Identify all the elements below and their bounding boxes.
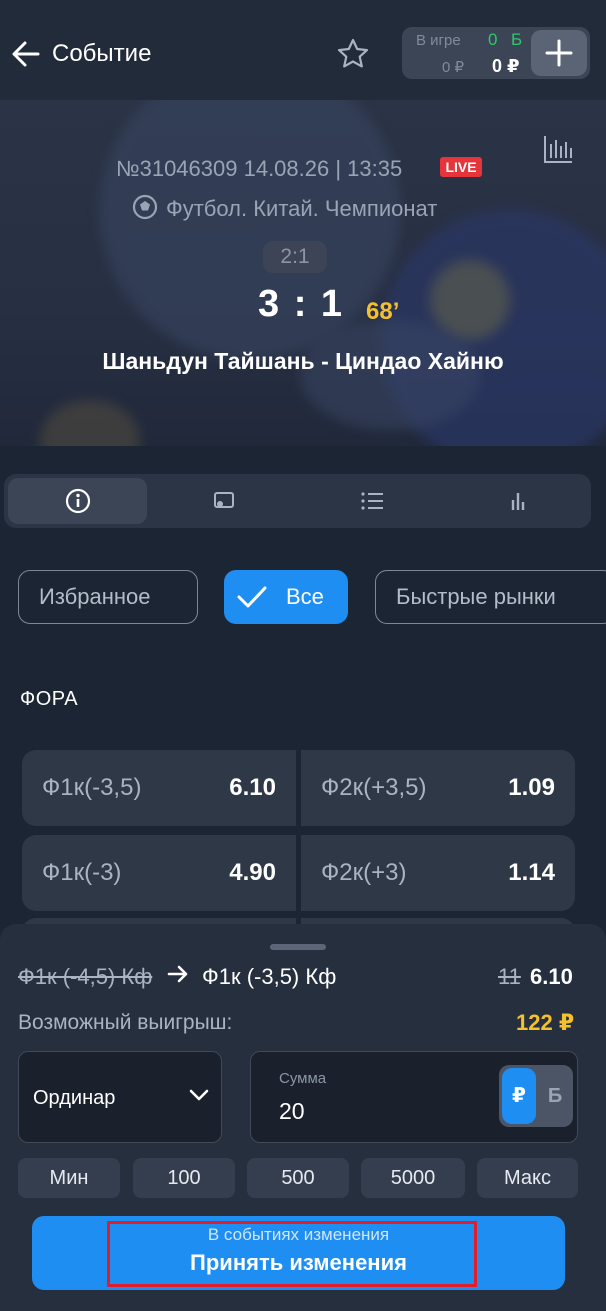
balance-widget[interactable]: В игре 0 ₽ 0 Б 0 ₽ <box>402 27 590 79</box>
filter-favorites[interactable]: Избранное <box>18 570 198 624</box>
chevron-down-icon <box>189 1089 209 1101</box>
bet-type-select[interactable]: Ординар <box>18 1051 222 1143</box>
odd-value: 4.90 <box>229 859 276 886</box>
odd-value: 6.10 <box>229 774 276 801</box>
odd-value: 1.14 <box>508 859 555 886</box>
old-selection: Ф1к (-4,5) Кф <box>18 964 153 989</box>
page-title: Событие <box>52 40 152 67</box>
amount-label: Сумма <box>279 1070 327 1087</box>
amount-field[interactable]: Сумма 20 ₽ Б <box>250 1051 578 1143</box>
football-icon <box>131 193 159 221</box>
old-odd: 11 <box>498 964 521 989</box>
accept-subtitle: В событиях изменения <box>207 1225 390 1244</box>
arrow-right-icon <box>166 961 190 987</box>
odd-cell[interactable]: Ф1к(-3,5) 6.10 <box>22 750 296 826</box>
list-icon <box>361 492 383 510</box>
tab-stats[interactable] <box>448 478 588 524</box>
filter-all[interactable]: Все <box>224 570 348 624</box>
odd-value: 1.09 <box>508 774 555 801</box>
quick-amount-button[interactable]: 100 <box>133 1158 235 1198</box>
odd-cell[interactable]: Ф2к(+3) 1.14 <box>301 835 575 911</box>
market-title: ФОРА <box>20 688 79 710</box>
drag-handle[interactable] <box>270 944 326 950</box>
current-score: 3 : 1 <box>258 283 345 325</box>
bar-chart-icon <box>511 493 525 510</box>
odd-label: Ф2к(+3,5) <box>321 774 427 801</box>
live-badge: LIVE <box>440 157 482 177</box>
previous-score: 2:1 <box>263 241 327 273</box>
in-game-label: В игре <box>416 32 461 49</box>
deposit-plus-button[interactable] <box>531 30 587 76</box>
broadcast-icon <box>214 492 234 508</box>
teams-title: Шаньдун Тайшань - Циндао Хайню <box>102 348 504 374</box>
tab-info[interactable] <box>8 478 147 524</box>
new-odd: 6.10 <box>530 964 573 989</box>
event-hero <box>0 100 606 446</box>
odd-cell[interactable]: Ф1к(-3) 4.90 <box>22 835 296 911</box>
filter-all-label: Все <box>286 584 324 609</box>
in-game-value: 0 ₽ <box>442 59 465 76</box>
check-icon <box>237 586 267 608</box>
quick-amount-button[interactable]: 5000 <box>361 1158 465 1198</box>
filter-quick-markets[interactable]: Быстрые рынки <box>375 570 606 624</box>
new-selection: Ф1к (-3,5) Кф <box>202 964 337 989</box>
bonus-currency: Б <box>511 30 523 49</box>
amount-value[interactable]: 20 <box>279 1098 305 1125</box>
bonus-value: 0 <box>488 30 498 49</box>
odd-cell[interactable]: Ф2к(+3,5) 1.09 <box>301 750 575 826</box>
bet-slip: Ф1к (-4,5) Кф Ф1к (-3,5) Кф 11 6.10 Возм… <box>0 924 606 1311</box>
balance-value: 0 ₽ <box>492 56 520 76</box>
favorite-star-icon[interactable] <box>335 36 371 72</box>
back-arrow-icon[interactable] <box>8 36 44 72</box>
plus-icon <box>545 39 573 67</box>
accept-label: Принять изменения <box>190 1250 407 1275</box>
odd-label: Ф2к(+3) <box>321 859 407 886</box>
bet-type-value: Ординар <box>33 1087 116 1109</box>
currency-rub-option[interactable]: ₽ <box>502 1068 536 1124</box>
odd-label: Ф1к(-3) <box>42 859 122 886</box>
tab-markets-list[interactable] <box>302 478 442 524</box>
quick-amount-button[interactable]: Мин <box>18 1158 120 1198</box>
currency-toggle[interactable]: ₽ Б <box>499 1065 573 1127</box>
event-tabs <box>4 474 591 528</box>
tab-broadcast[interactable] <box>154 478 294 524</box>
info-icon <box>65 488 90 514</box>
quick-amount-button[interactable]: Макс <box>477 1158 578 1198</box>
currency-bonus-option[interactable]: Б <box>539 1068 571 1124</box>
event-id-datetime: №31046309 14.08.26 | 13:35 <box>116 156 403 181</box>
top-bar: Событие В игре 0 ₽ 0 Б 0 ₽ <box>0 0 606 100</box>
possible-win-label: Возможный выигрыш: <box>18 1011 233 1034</box>
statistics-icon[interactable] <box>542 134 574 164</box>
possible-win-value: 122 ₽ <box>516 1010 575 1035</box>
odd-label: Ф1к(-3,5) <box>42 774 142 801</box>
accept-changes-button[interactable]: В событиях изменения Принять изменения <box>32 1216 565 1290</box>
quick-amount-button[interactable]: 500 <box>247 1158 349 1198</box>
match-minute: 68’ <box>366 298 400 325</box>
league-name: Футбол. Китай. Чемпионат <box>166 196 438 221</box>
